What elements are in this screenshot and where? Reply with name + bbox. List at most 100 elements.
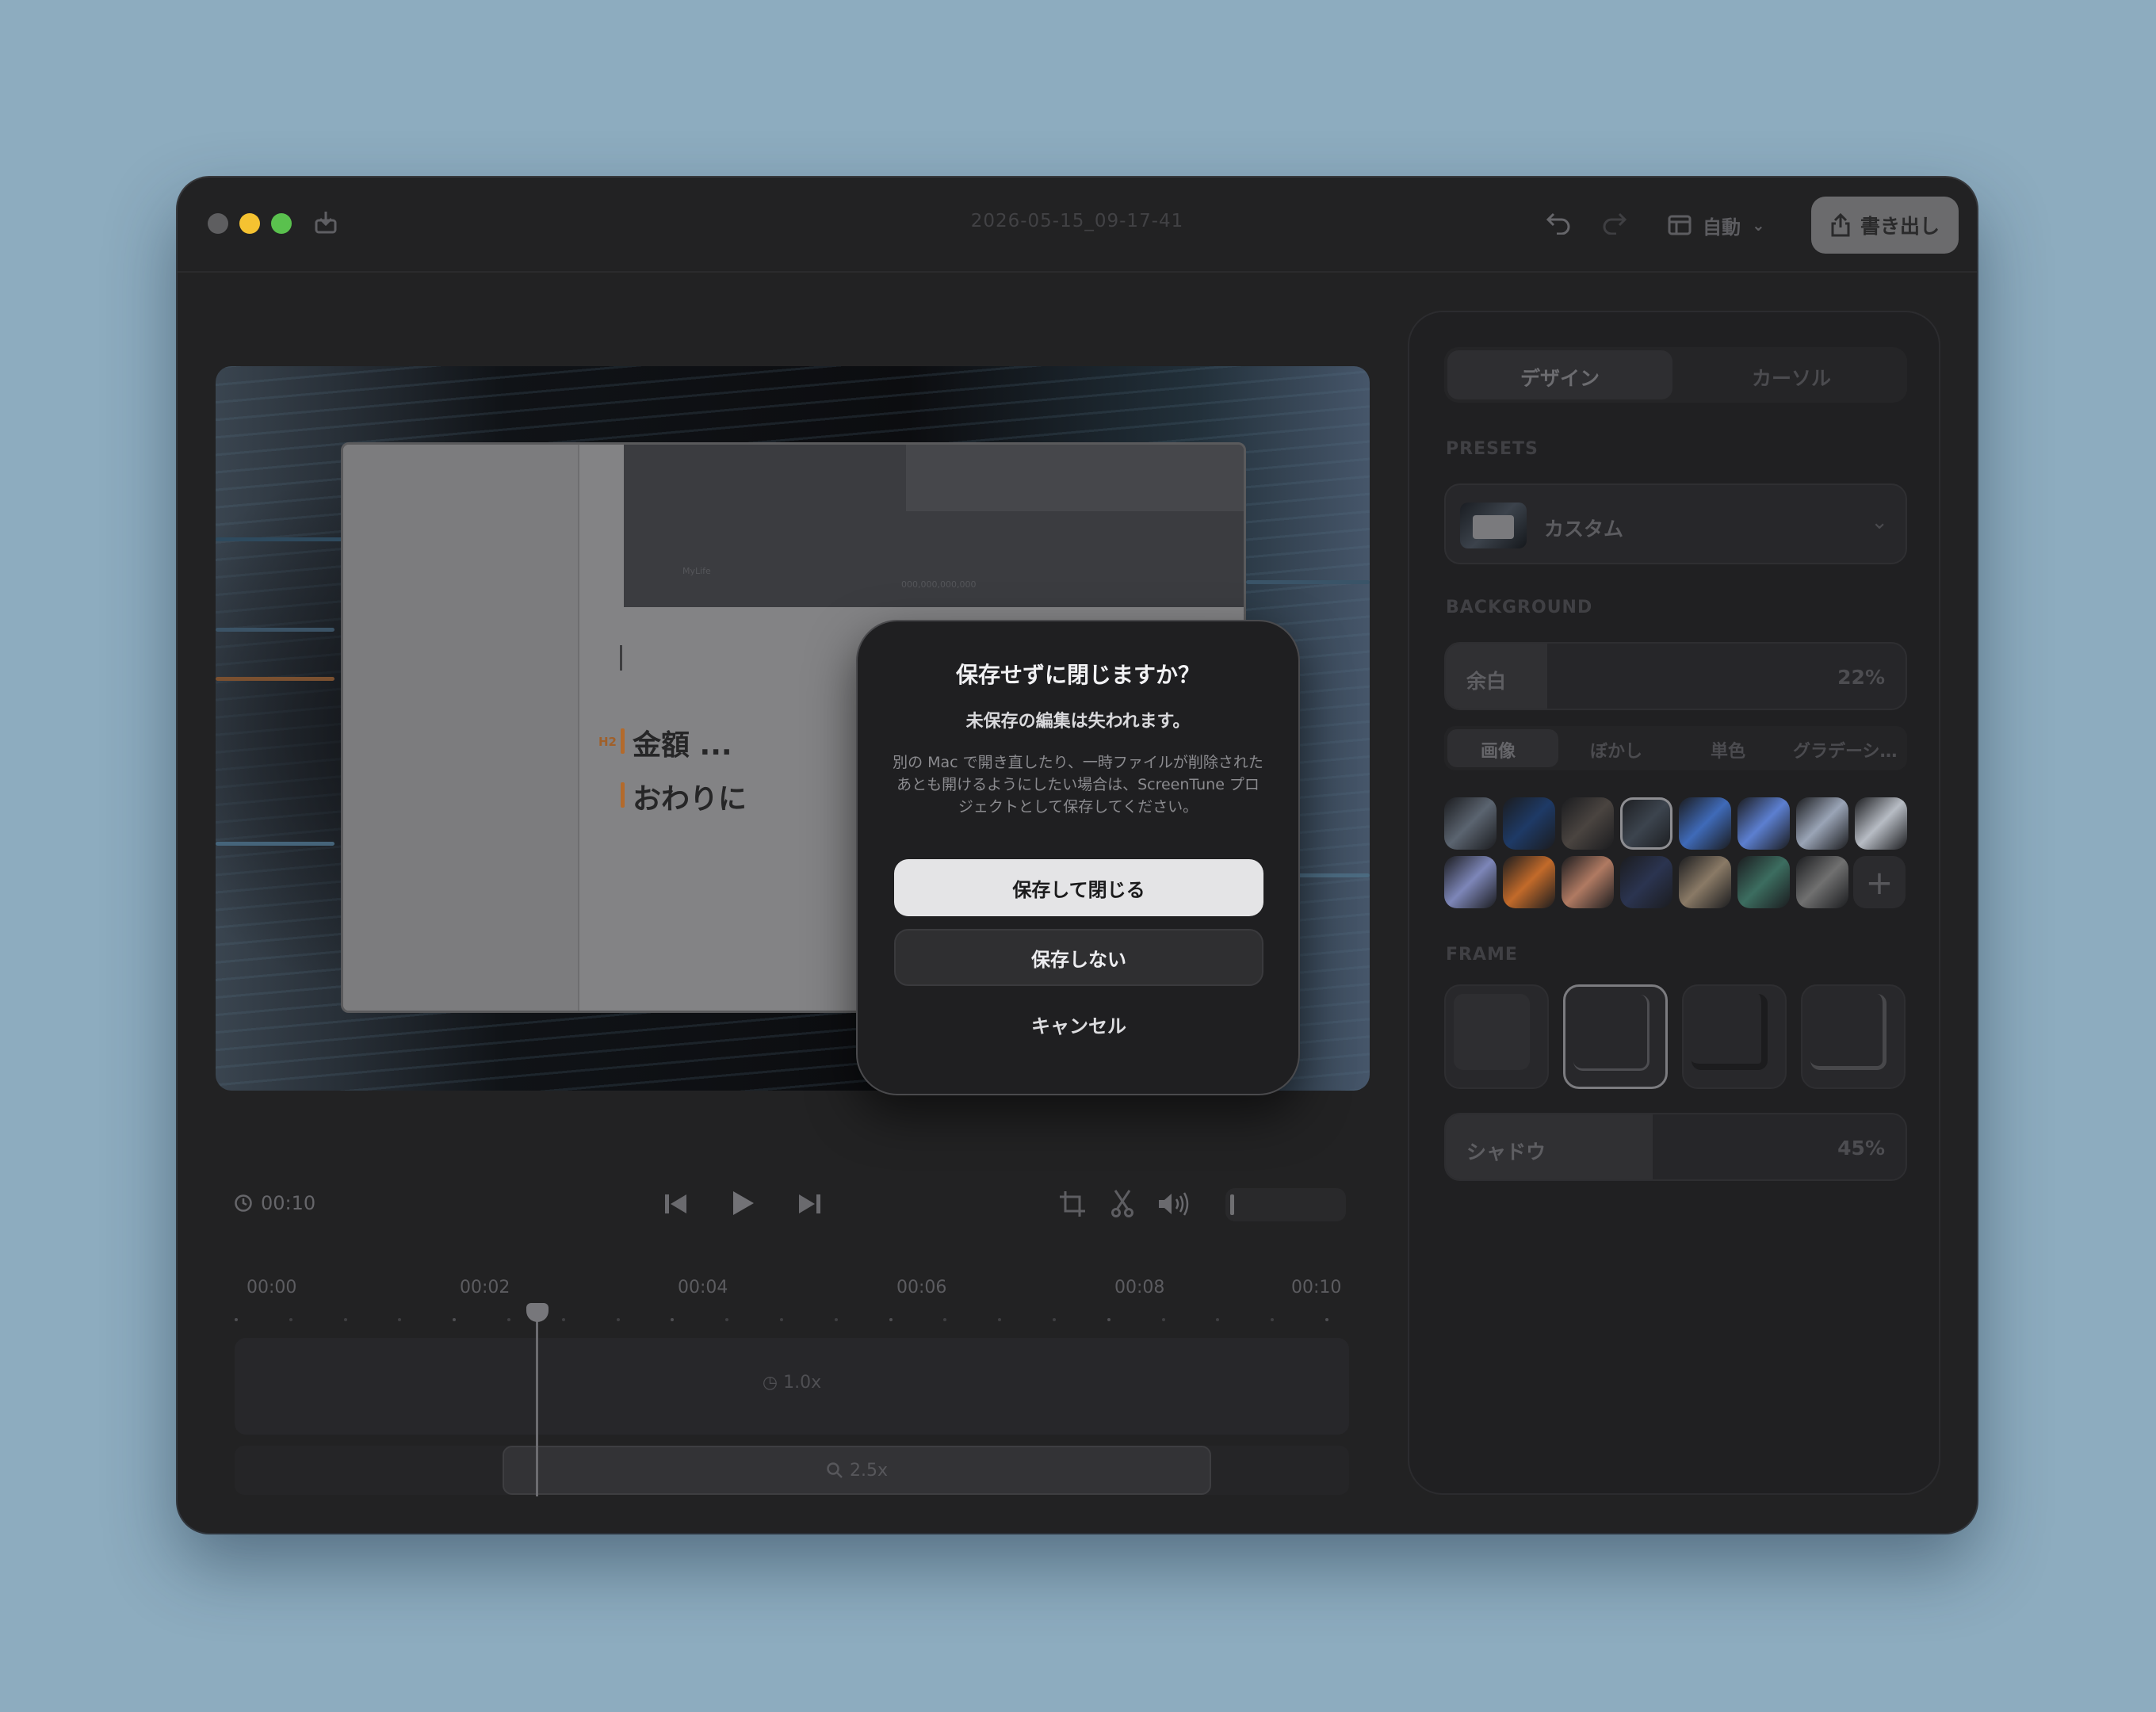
scissors-icon[interactable] xyxy=(1110,1189,1134,1222)
ruler-tick xyxy=(671,1318,675,1321)
background-swatch[interactable] xyxy=(1796,856,1848,908)
background-swatch[interactable] xyxy=(1796,797,1848,850)
playhead[interactable] xyxy=(536,1313,538,1496)
crop-icon[interactable] xyxy=(1059,1190,1086,1222)
volume-icon[interactable] xyxy=(1157,1191,1191,1221)
background-swatch[interactable] xyxy=(1444,797,1497,850)
speed-track[interactable]: ◷ 1.0x xyxy=(235,1338,1349,1435)
playhead-handle[interactable] xyxy=(526,1303,549,1322)
background-streak xyxy=(1246,580,1370,584)
tab-cursor[interactable]: カーソル xyxy=(1752,363,1831,392)
ruler-tick xyxy=(398,1318,402,1321)
ruler-tick xyxy=(343,1318,347,1321)
bg-tab-image[interactable]: 画像 xyxy=(1481,737,1516,762)
padding-label: 余白 xyxy=(1466,670,1507,693)
save-and-close-button[interactable]: 保存して閉じる xyxy=(894,859,1263,916)
background-streak xyxy=(216,842,334,846)
background-swatch[interactable] xyxy=(1503,797,1555,850)
chevron-down-icon: ⌄ xyxy=(1871,510,1888,534)
ruler-tick xyxy=(235,1318,238,1321)
background-swatch[interactable] xyxy=(1679,856,1731,908)
preset-dropdown[interactable]: カスタム ⌄ xyxy=(1444,483,1907,564)
unsaved-changes-dialog: 保存せずに閉じますか？ 未保存の編集は失われます。 別の Mac で開き直したり… xyxy=(856,620,1300,1095)
skip-back-icon[interactable] xyxy=(663,1192,690,1221)
cancel-button[interactable]: キャンセル xyxy=(894,995,1263,1053)
heading-marker xyxy=(621,782,625,808)
timeline-tick-label: 00:04 xyxy=(678,1278,728,1297)
undo-icon[interactable] xyxy=(1546,211,1571,239)
tab-design[interactable]: デザイン xyxy=(1520,363,1600,392)
ruler-tick xyxy=(1161,1318,1165,1321)
frame-option-shadow[interactable] xyxy=(1682,984,1787,1089)
frame-option-bezel[interactable] xyxy=(1801,984,1906,1089)
background-swatch[interactable] xyxy=(1855,797,1907,850)
recorded-inner-text: MyLife xyxy=(682,566,711,576)
background-section-title: BACKGROUND xyxy=(1446,598,1593,617)
export-button[interactable]: 書き出し xyxy=(1811,197,1959,254)
recorded-inner-window: MyLife 000,000,000,000 xyxy=(624,445,1244,607)
shadow-value: 45% xyxy=(1837,1137,1885,1160)
frame-section-title: FRAME xyxy=(1446,945,1518,965)
background-swatch[interactable] xyxy=(1562,797,1614,850)
padding-value: 22% xyxy=(1837,666,1885,689)
skip-forward-icon[interactable] xyxy=(796,1192,823,1221)
ruler-tick xyxy=(561,1318,565,1321)
title-bar: 2026-05-15_09-17-41 自動 ⌄ 書き出し xyxy=(178,178,1977,273)
timeline-tick-label: 00:00 xyxy=(247,1278,297,1297)
layout-icon xyxy=(1668,215,1692,235)
dialog-title: 保存せずに閉じますか？ xyxy=(955,662,1200,688)
background-streak xyxy=(216,628,334,632)
background-swatch[interactable] xyxy=(1562,856,1614,908)
ruler-tick xyxy=(780,1318,783,1321)
background-streak xyxy=(216,537,342,541)
background-swatch[interactable] xyxy=(1737,856,1790,908)
play-icon[interactable] xyxy=(729,1189,756,1222)
volume-slider-thumb[interactable] xyxy=(1230,1194,1234,1215)
background-swatch[interactable] xyxy=(1444,856,1497,908)
timeline-tick-label: 00:02 xyxy=(460,1278,510,1297)
speed-label: ◷ 1.0x xyxy=(762,1373,822,1393)
heading-tag: H2 xyxy=(598,735,617,749)
ruler-tick xyxy=(507,1318,510,1321)
background-swatch[interactable] xyxy=(1503,856,1555,908)
recorded-inner-toolbar xyxy=(906,445,1244,511)
timeline-tick-label: 00:10 xyxy=(1291,1278,1342,1297)
bg-tab-solid[interactable]: 単色 xyxy=(1711,737,1745,762)
speed-icon: ◷ xyxy=(762,1373,778,1393)
magnifier-icon xyxy=(827,1462,843,1478)
timeline-tick-label: 00:08 xyxy=(1114,1278,1165,1297)
dont-save-button[interactable]: 保存しない xyxy=(894,929,1263,986)
add-background-button[interactable]: + xyxy=(1853,856,1906,908)
app-window: 2026-05-15_09-17-41 自動 ⌄ 書き出し MyLife 000… xyxy=(178,178,1977,1533)
background-swatch[interactable] xyxy=(1679,797,1731,850)
padding-slider[interactable]: 余白 22% xyxy=(1444,642,1907,710)
bg-tab-gradient[interactable]: グラデーシ… xyxy=(1793,737,1898,762)
layout-mode-label: 自動 xyxy=(1703,216,1741,239)
frame-preview xyxy=(1810,994,1886,1070)
background-swatch[interactable] xyxy=(1620,797,1672,850)
shadow-label: シャドウ xyxy=(1466,1141,1546,1164)
frame-preview xyxy=(1573,995,1649,1071)
recorded-inner-text: 000,000,000,000 xyxy=(901,579,977,590)
frame-option-none[interactable] xyxy=(1444,984,1549,1089)
duration-display: 00:10 xyxy=(234,1192,315,1214)
chevron-down-icon: ⌄ xyxy=(1752,216,1765,235)
redo-icon[interactable] xyxy=(1602,211,1627,239)
background-type-tabs: 画像 ぼかし 単色 グラデーシ… xyxy=(1444,726,1907,770)
ruler-tick xyxy=(289,1318,292,1321)
recorded-sidebar xyxy=(343,445,579,1011)
background-swatch[interactable] xyxy=(1620,856,1672,908)
layout-mode-dropdown[interactable]: 自動 ⌄ xyxy=(1668,209,1765,241)
bg-tab-blur[interactable]: ぼかし xyxy=(1590,737,1642,762)
ruler-tick xyxy=(1271,1318,1275,1321)
volume-slider[interactable] xyxy=(1225,1188,1346,1221)
background-swatch[interactable] xyxy=(1737,797,1790,850)
frame-option-outline[interactable] xyxy=(1563,984,1668,1089)
dialog-subtitle: 未保存の編集は失われます。 xyxy=(965,712,1191,732)
share-icon xyxy=(1831,213,1850,237)
ruler-tick xyxy=(1216,1318,1220,1321)
zoom-segment[interactable]: 2.5x xyxy=(503,1446,1211,1495)
shadow-slider[interactable]: シャドウ 45% xyxy=(1444,1113,1907,1181)
ruler-tick xyxy=(889,1318,893,1321)
recorded-heading: おわりに xyxy=(633,783,747,816)
